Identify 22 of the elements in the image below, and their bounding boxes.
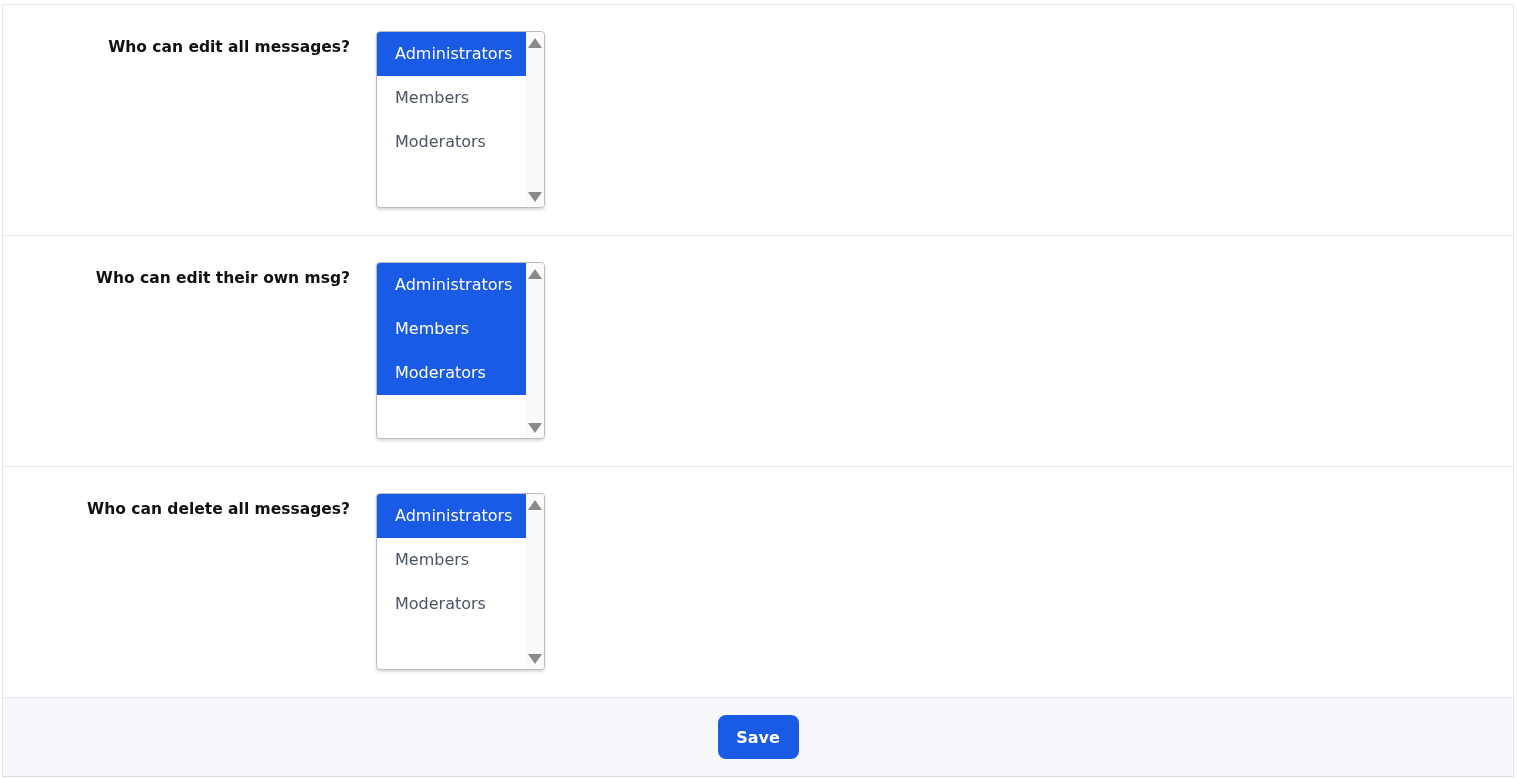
list-option[interactable]: Moderators [377,351,526,395]
scroll-down-icon[interactable] [528,654,542,664]
list-option[interactable]: Moderators [377,120,526,164]
scroll-up-icon[interactable] [528,500,542,510]
scroll-up-icon[interactable] [528,38,542,48]
multi-select-list[interactable]: Administrators Members Moderators [376,262,545,439]
save-button[interactable]: Save [717,715,799,759]
scroll-down-icon[interactable] [528,423,542,433]
scroll-down-icon[interactable] [528,192,542,202]
field-label: Who can edit their own msg? [95,269,350,289]
list-option[interactable]: Members [377,76,526,120]
list-option[interactable]: Moderators [377,582,526,626]
list-option[interactable]: Administrators [377,494,526,538]
scroll-up-icon[interactable] [528,269,542,279]
list-option[interactable]: Administrators [377,32,526,76]
multi-select-list[interactable]: Administrators Members Moderators [376,493,545,670]
list-option[interactable]: Administrators [377,263,526,307]
multi-select-list[interactable]: Administrators Members Moderators [376,31,545,208]
list-option[interactable]: Members [377,538,526,582]
list-option[interactable]: Members [377,307,526,351]
field-label: Who can edit all messages? [108,38,350,58]
field-label: Who can delete all messages? [87,500,350,520]
